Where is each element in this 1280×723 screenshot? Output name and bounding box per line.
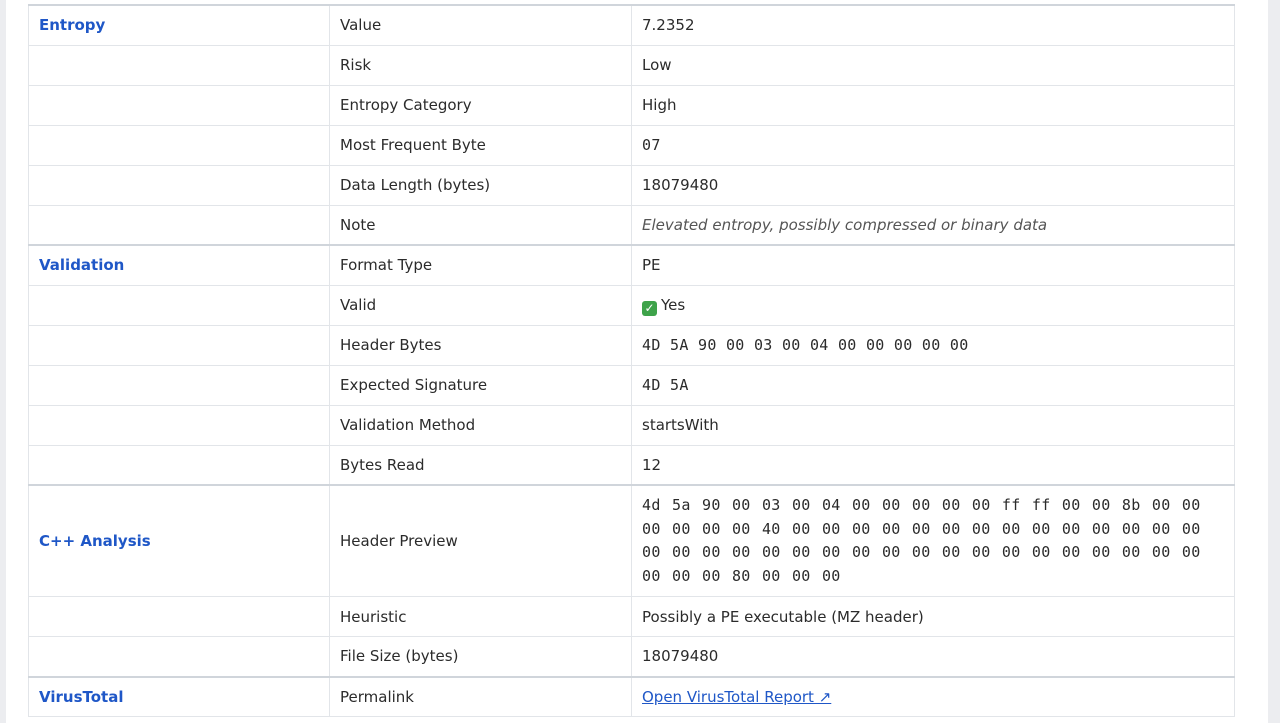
row-label: Risk (329, 44, 632, 86)
row-value: 18079480 (631, 164, 1235, 206)
row-label: Permalink (329, 675, 632, 717)
section-spacer (28, 164, 330, 206)
row-label: File Size (bytes) (329, 636, 632, 677)
section-spacer (28, 364, 330, 406)
section-spacer (28, 84, 330, 126)
table-row: Expected Signature 4D 5A (28, 364, 1235, 406)
table-row: Data Length (bytes) 18079480 (28, 164, 1235, 206)
table-row: Entropy Category High (28, 84, 1235, 126)
section-spacer (28, 404, 330, 446)
scrollbar-track[interactable] (1268, 0, 1280, 723)
row-value: 4D 5A (631, 364, 1235, 406)
virustotal-report-link[interactable]: Open VirusTotal Report ↗ (642, 688, 831, 706)
table-row: Note Elevated entropy, possibly compress… (28, 204, 1235, 246)
table-row: Header Bytes 4D 5A 90 00 03 00 04 00 00 … (28, 324, 1235, 366)
row-label: Header Preview (329, 484, 632, 597)
table-row: Risk Low (28, 44, 1235, 86)
table-row: Validation Method startsWith (28, 404, 1235, 446)
row-value: ✓ Yes (631, 284, 1235, 326)
section-spacer (28, 444, 330, 486)
row-label: Expected Signature (329, 364, 632, 406)
table-row: Bytes Read 12 (28, 444, 1235, 486)
row-label: Validation Method (329, 404, 632, 446)
row-label: Format Type (329, 244, 632, 286)
row-value: 12 (631, 444, 1235, 486)
section-spacer (28, 44, 330, 86)
section-spacer (28, 284, 330, 326)
section-title-cpp: C++ Analysis (28, 484, 330, 597)
row-label: Most Frequent Byte (329, 124, 632, 166)
header-preview-value: 4d 5a 90 00 03 00 04 00 00 00 00 00 ff f… (631, 484, 1235, 597)
row-value: 18079480 (631, 636, 1235, 677)
row-label: Heuristic (329, 596, 632, 637)
report-page: Entropy Value 7.2352 Risk Low Entropy Ca… (6, 0, 1268, 723)
table-row: Valid ✓ Yes (28, 284, 1235, 326)
table-row: Most Frequent Byte 07 (28, 124, 1235, 166)
row-label: Header Bytes (329, 324, 632, 366)
table-row: Validation Format Type PE (28, 244, 1235, 286)
table-row: Entropy Value 7.2352 (28, 4, 1235, 46)
table-row: Heuristic Possibly a PE executable (MZ h… (28, 596, 1235, 637)
analysis-table: Entropy Value 7.2352 Risk Low Entropy Ca… (28, 4, 1235, 717)
valid-text: Yes (661, 295, 686, 314)
section-title-virustotal: VirusTotal (28, 675, 330, 717)
row-value: Possibly a PE executable (MZ header) (631, 596, 1235, 637)
row-label: Note (329, 204, 632, 246)
section-spacer (28, 204, 330, 246)
row-label: Bytes Read (329, 444, 632, 486)
check-icon: ✓ (642, 300, 657, 316)
table-row: C++ Analysis Header Preview 4d 5a 90 00 … (28, 484, 1235, 597)
section-spacer (28, 596, 330, 637)
row-value: 4D 5A 90 00 03 00 04 00 00 00 00 00 (631, 324, 1235, 366)
table-row: File Size (bytes) 18079480 (28, 636, 1235, 677)
row-label: Value (329, 4, 632, 46)
row-value: 07 (631, 124, 1235, 166)
section-spacer (28, 636, 330, 677)
row-value: Low (631, 44, 1235, 86)
section-title-entropy: Entropy (28, 4, 330, 46)
section-title-validation: Validation (28, 244, 330, 286)
row-value: Elevated entropy, possibly compressed or… (631, 204, 1235, 246)
row-value: startsWith (631, 404, 1235, 446)
row-value: Open VirusTotal Report ↗ (631, 675, 1235, 717)
row-label: Valid (329, 284, 632, 326)
row-label: Data Length (bytes) (329, 164, 632, 206)
section-spacer (28, 324, 330, 366)
row-value: 7.2352 (631, 4, 1235, 46)
row-value: High (631, 84, 1235, 126)
row-value: PE (631, 244, 1235, 286)
section-spacer (28, 124, 330, 166)
row-label: Entropy Category (329, 84, 632, 126)
table-row: VirusTotal Permalink Open VirusTotal Rep… (28, 675, 1235, 717)
